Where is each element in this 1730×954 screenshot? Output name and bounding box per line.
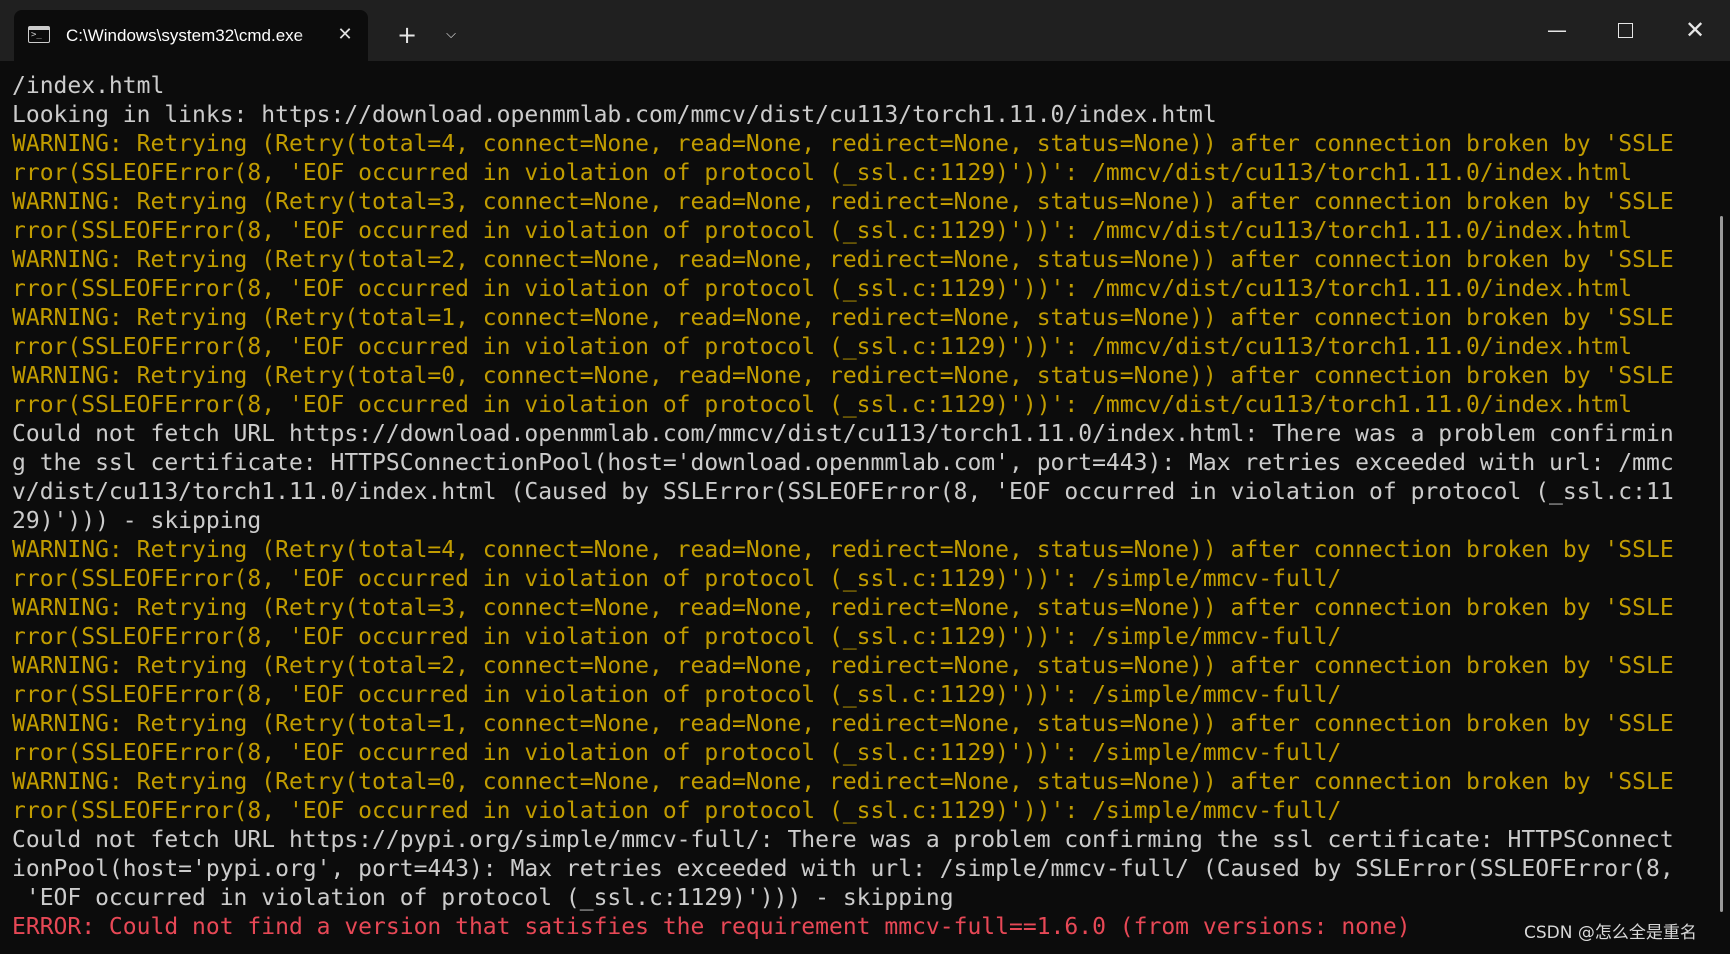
warning-line: WARNING: Retrying (Retry(total=0, connec…: [12, 769, 1674, 795]
tab-title: C:\Windows\system32\cmd.exe: [66, 26, 304, 45]
scrollbar[interactable]: [1720, 216, 1723, 912]
console-output[interactable]: /index.html Looking in links: https://dow…: [12, 72, 1692, 942]
console-line: 'EOF occurred in violation of protocol (…: [12, 885, 954, 911]
terminal-icon-glyph: >_: [31, 30, 42, 40]
console-line: /index.html: [12, 73, 165, 99]
warning-line: WARNING: Retrying (Retry(total=1, connec…: [12, 305, 1674, 331]
warning-line: rror(SSLEOFError(8, 'EOF occurred in vio…: [12, 392, 1633, 418]
warning-line: rror(SSLEOFError(8, 'EOF occurred in vio…: [12, 334, 1633, 360]
console-line: 29)'))) - skipping: [12, 508, 262, 534]
warning-line: WARNING: Retrying (Retry(total=0, connec…: [12, 363, 1674, 389]
warning-line: rror(SSLEOFError(8, 'EOF occurred in vio…: [12, 740, 1342, 766]
console-line: g the ssl certificate: HTTPSConnectionPo…: [12, 450, 1674, 476]
tab-close-icon[interactable]: ✕: [332, 22, 358, 48]
warning-line: WARNING: Retrying (Retry(total=1, connec…: [12, 711, 1674, 737]
warning-line: WARNING: Retrying (Retry(total=2, connec…: [12, 247, 1674, 273]
console-line: Could not fetch URL https://pypi.org/sim…: [12, 827, 1674, 853]
close-window-button[interactable]: ✕: [1670, 12, 1720, 48]
console-line: Could not fetch URL https://download.ope…: [12, 421, 1674, 447]
title-bar[interactable]: >_ C:\Windows\system32\cmd.exe ✕ + ⌵ — ✕: [0, 0, 1730, 61]
tab-dropdown-chevron-down-icon[interactable]: ⌵: [434, 17, 468, 53]
maximize-button[interactable]: [1600, 12, 1650, 48]
warning-line: WARNING: Retrying (Retry(total=3, connec…: [12, 595, 1674, 621]
error-line: ERROR: Could not find a version that sat…: [12, 914, 1411, 940]
warning-line: rror(SSLEOFError(8, 'EOF occurred in vio…: [12, 276, 1633, 302]
warning-line: rror(SSLEOFError(8, 'EOF occurred in vio…: [12, 682, 1342, 708]
console-line: ionPool(host='pypi.org', port=443): Max …: [12, 856, 1674, 882]
tab-cmd[interactable]: >_ C:\Windows\system32\cmd.exe ✕: [14, 10, 368, 61]
warning-line: WARNING: Retrying (Retry(total=4, connec…: [12, 537, 1674, 563]
warning-line: rror(SSLEOFError(8, 'EOF occurred in vio…: [12, 566, 1342, 592]
csdn-watermark: CSDN @怎么全是重名: [1524, 923, 1697, 943]
minimize-button[interactable]: —: [1532, 12, 1582, 48]
maximize-icon: [1617, 23, 1633, 38]
terminal-window: >_ C:\Windows\system32\cmd.exe ✕ + ⌵ — ✕…: [0, 0, 1730, 954]
warning-line: rror(SSLEOFError(8, 'EOF occurred in vio…: [12, 218, 1633, 244]
console-line: Looking in links: https://download.openm…: [12, 102, 1217, 128]
warning-line: rror(SSLEOFError(8, 'EOF occurred in vio…: [12, 160, 1633, 186]
warning-line: WARNING: Retrying (Retry(total=3, connec…: [12, 189, 1674, 215]
warning-line: rror(SSLEOFError(8, 'EOF occurred in vio…: [12, 624, 1342, 650]
terminal-icon: >_: [28, 26, 50, 43]
console-line: v/dist/cu113/torch1.11.0/index.html (Cau…: [12, 479, 1674, 505]
new-tab-button[interactable]: +: [390, 17, 424, 53]
warning-line: WARNING: Retrying (Retry(total=4, connec…: [12, 131, 1674, 157]
warning-line: WARNING: Retrying (Retry(total=2, connec…: [12, 653, 1674, 679]
warning-line: rror(SSLEOFError(8, 'EOF occurred in vio…: [12, 798, 1342, 824]
